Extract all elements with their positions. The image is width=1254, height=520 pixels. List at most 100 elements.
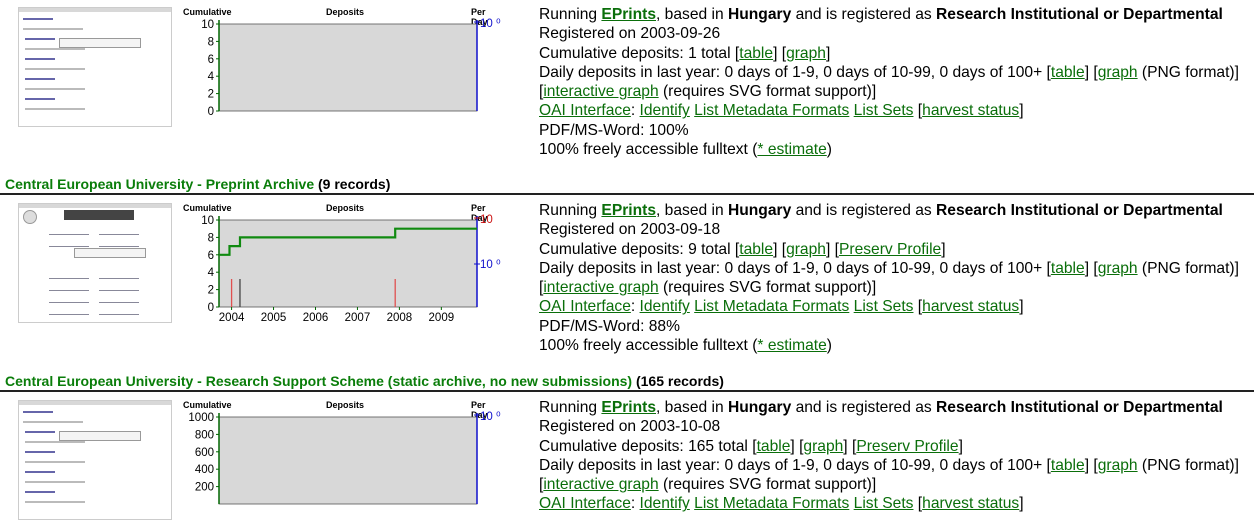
pdf-ms-word-percent: PDF/MS-Word: 88% <box>539 317 680 335</box>
thumb-text-line <box>25 88 85 90</box>
text: Running <box>539 202 602 219</box>
y-tick-label: 8 <box>208 36 214 48</box>
registration-date: Registered on 2003-09-18 <box>539 221 721 239</box>
software-link[interactable]: EPrints <box>601 202 656 219</box>
oai-list-sets-link[interactable]: List Sets <box>854 102 914 119</box>
x-tick-label: 2006 <box>303 312 329 324</box>
text: , based in <box>656 6 728 23</box>
text: (requires SVG format support)] <box>658 279 877 297</box>
oai-identify-link[interactable]: Identify <box>640 495 690 512</box>
section-divider <box>0 390 1254 392</box>
oai-line: OAI Interface: Identify List Metadata Fo… <box>539 297 1249 316</box>
software-line: Running EPrints, based in Hungary and is… <box>539 398 1249 417</box>
registration-date: Registered on 2003-10-08 <box>539 418 721 436</box>
text: , based in <box>656 202 728 219</box>
registered-line: Registered on 2003-09-26 <box>539 24 1249 43</box>
text: ] <box>1019 495 1024 513</box>
text: and is registered as <box>791 399 937 416</box>
oai-identify-link[interactable]: Identify <box>640 298 690 315</box>
interactive-line: [interactive graph (requires SVG format … <box>539 475 1249 494</box>
repository-title: Central European University - Preprint A… <box>5 176 390 192</box>
estimate-link[interactable]: * estimate <box>757 337 826 354</box>
text: (requires SVG format support)] <box>658 83 877 101</box>
repository-name-link[interactable]: Central European University - Research S… <box>5 373 632 389</box>
text: ] <box>958 437 963 455</box>
oai-list-formats-link[interactable]: List Metadata Formats <box>694 298 849 315</box>
deposits-chart[interactable]: Cumulative Deposits Per Day 10 8 6 4 2 0 10 ⁰ <box>183 7 503 125</box>
cumulative-graph-link[interactable]: graph <box>786 45 826 62</box>
repository-type: Research Institutional or Departmental <box>936 6 1223 23</box>
thumb-text-line <box>99 234 139 235</box>
cumulative-table-link[interactable]: table <box>757 438 791 455</box>
estimate-link[interactable]: * estimate <box>757 141 826 158</box>
country: Hungary <box>727 202 792 219</box>
deposits-chart[interactable]: Cumulative Deposits Per Day 1000 800 600 400 20… <box>183 400 503 518</box>
oai-list-formats-link[interactable]: List Metadata Formats <box>694 102 849 119</box>
daily-line: Daily deposits in last year: 0 days of 1… <box>539 259 1249 278</box>
oai-list-sets-link[interactable]: List Sets <box>854 298 914 315</box>
oai-list-formats-link[interactable]: List Metadata Formats <box>694 495 849 512</box>
oai-interface-link[interactable]: OAI Interface <box>539 495 631 512</box>
chart-plot: 1000 800 600 400 200 10 ⁰ <box>188 411 501 505</box>
cumulative-graph-link[interactable]: graph <box>786 241 826 258</box>
country: Hungary <box>727 6 792 23</box>
repository-screenshot-thumbnail[interactable] <box>18 7 172 127</box>
thumb-text-line <box>49 290 89 291</box>
harvest-status-link[interactable]: harvest status <box>922 102 1019 119</box>
cumulative-table-link[interactable]: table <box>739 45 773 62</box>
cumulative-graph-link[interactable]: graph <box>803 438 843 455</box>
harvest-status-link[interactable]: harvest status <box>922 495 1019 512</box>
thumb-search-box <box>59 431 141 441</box>
y-tick-label: 10 <box>201 19 214 31</box>
record-count: (9 records) <box>314 176 391 192</box>
daily-table-link[interactable]: table <box>1051 260 1085 277</box>
repository-screenshot-thumbnail[interactable] <box>18 400 172 520</box>
thumb-text-line <box>25 58 55 60</box>
software-link[interactable]: EPrints <box>601 6 656 23</box>
thumb-text-line <box>49 278 89 279</box>
thumb-search-box <box>59 38 141 48</box>
harvest-status-link[interactable]: harvest status <box>922 298 1019 315</box>
cumulative-deposits: Cumulative deposits: 165 total <box>539 437 753 455</box>
thumb-text-line <box>49 246 89 247</box>
repository-type: Research Institutional or Departmental <box>936 399 1223 416</box>
repository-type: Research Institutional or Departmental <box>936 202 1223 219</box>
daily-graph-link[interactable]: graph <box>1098 457 1138 474</box>
thumb-title-block <box>64 210 134 220</box>
oai-list-sets-link[interactable]: List Sets <box>854 495 914 512</box>
repository-info: Running EPrints, based in Hungary and is… <box>539 398 1249 514</box>
interactive-graph-link[interactable]: interactive graph <box>543 476 658 493</box>
thumb-header-bar <box>19 8 171 12</box>
daily-table-link[interactable]: table <box>1051 457 1085 474</box>
text: ] [ <box>790 437 804 455</box>
deposits-chart[interactable]: Cumulative Deposits Per Day 10 8 6 4 2 0 10 10 ⁰ 20… <box>183 203 503 324</box>
y-tick-label: 800 <box>195 429 214 441</box>
text: ] [ <box>773 240 787 258</box>
chart-plot: 10 8 6 4 2 0 10 10 ⁰ 2004 2005 2006 2007 2008 2009 <box>201 214 501 324</box>
repository-screenshot-thumbnail[interactable] <box>18 203 172 323</box>
daily-line: Daily deposits in last year: 0 days of 1… <box>539 63 1249 82</box>
fulltext-line: 100% freely accessible fulltext (* estim… <box>539 140 1249 159</box>
preserv-profile-link[interactable]: Preserv Profile <box>856 438 958 455</box>
oai-interface-link[interactable]: OAI Interface <box>539 298 631 315</box>
cumulative-table-link[interactable]: table <box>739 241 773 258</box>
thumb-text-line <box>25 471 55 473</box>
repository-name-link[interactable]: Central European University - Preprint A… <box>5 176 314 192</box>
oai-identify-link[interactable]: Identify <box>640 102 690 119</box>
daily-table-link[interactable]: table <box>1051 64 1085 81</box>
thumb-text-line <box>25 78 55 80</box>
interactive-graph-link[interactable]: interactive graph <box>543 279 658 296</box>
daily-graph-link[interactable]: graph <box>1098 64 1138 81</box>
text: and is registered as <box>791 6 937 23</box>
x-tick-label: 2005 <box>261 312 287 324</box>
daily-graph-link[interactable]: graph <box>1098 260 1138 277</box>
interactive-graph-link[interactable]: interactive graph <box>543 83 658 100</box>
thumb-text-line <box>49 314 89 315</box>
fulltext-percent: 100% freely accessible fulltext ( <box>539 337 758 355</box>
oai-interface-link[interactable]: OAI Interface <box>539 102 631 119</box>
software-link[interactable]: EPrints <box>601 399 656 416</box>
preserv-profile-link[interactable]: Preserv Profile <box>839 241 941 258</box>
thumb-text-line <box>25 98 55 100</box>
text: : <box>630 298 640 316</box>
thumb-text-line <box>25 491 55 493</box>
